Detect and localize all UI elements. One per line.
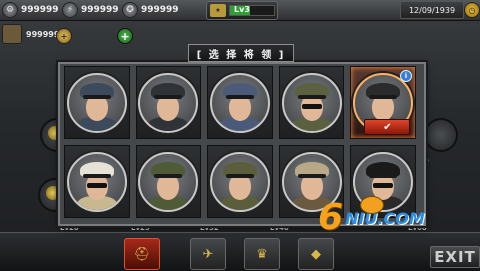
watermark-number: 6 xyxy=(318,197,344,238)
cap-brim xyxy=(369,173,398,178)
general-portrait xyxy=(66,72,127,133)
general-portrait xyxy=(138,72,199,133)
cap-brim xyxy=(154,173,183,178)
general-card[interactable] xyxy=(135,66,202,139)
general-grid: i ✔ xyxy=(64,66,416,218)
rank-level: Lv3 xyxy=(234,5,250,14)
rank-progress-bar: Lv3 xyxy=(229,5,275,16)
trophy-tab-button[interactable]: ♛ xyxy=(244,238,280,270)
currency-value: 999999 xyxy=(26,29,60,39)
resource-gear: ⚙ 999999 xyxy=(2,2,59,18)
lightning-icon: ⚡ xyxy=(62,2,78,18)
general-card[interactable] xyxy=(207,145,273,218)
clock-icon[interactable]: ◷ xyxy=(464,2,480,18)
modal-title: [ 选 择 将 领 ] xyxy=(188,44,294,62)
rank-badge-icon: ★ xyxy=(210,4,226,17)
cap-brim xyxy=(82,173,111,178)
coin-icon[interactable]: + xyxy=(56,28,72,44)
general-card[interactable] xyxy=(64,66,130,139)
general-tab-button[interactable]: ⛑ xyxy=(124,238,160,270)
watermark-text: NIU.COM xyxy=(345,208,425,228)
general-card[interactable] xyxy=(278,66,345,139)
site-watermark: 6 NIU.COM xyxy=(318,196,458,238)
resource-lightning: ⚡ 999999 xyxy=(62,2,119,18)
general-card[interactable] xyxy=(64,145,130,218)
sunglasses xyxy=(301,103,322,109)
gear-icon: ⚙ xyxy=(2,2,18,18)
sunglasses xyxy=(373,182,394,188)
medal-icon: ✪ xyxy=(122,2,138,18)
general-portrait xyxy=(138,151,199,212)
cap-brim xyxy=(297,94,326,99)
general-portrait xyxy=(209,151,270,212)
cap-brim xyxy=(225,173,254,178)
general-card[interactable] xyxy=(135,145,202,218)
helmet-icon: ⛑ xyxy=(133,246,151,262)
general-portrait xyxy=(66,151,127,212)
general-portrait xyxy=(281,72,342,133)
exit-button[interactable]: EXIT xyxy=(430,246,480,268)
resource-medal: ✪ 999999 xyxy=(122,2,179,18)
avatar xyxy=(2,24,22,44)
cap-brim xyxy=(225,94,254,99)
background-slot xyxy=(424,118,458,152)
rank-tab-button[interactable]: ✈ xyxy=(190,238,226,270)
arrow-icon: ◆ xyxy=(311,246,321,262)
game-date: 12/09/1939 xyxy=(400,1,464,19)
sunglasses xyxy=(86,182,107,188)
mascot-icon xyxy=(360,196,384,214)
cap-brim xyxy=(369,94,398,99)
general-card[interactable] xyxy=(207,66,273,139)
cap-brim xyxy=(297,173,326,178)
add-button[interactable]: + xyxy=(117,28,133,44)
resource-value: 999999 xyxy=(81,5,119,15)
rank-indicator[interactable]: ★ Lv3 xyxy=(206,1,278,20)
confirm-check-button[interactable]: ✔ xyxy=(364,119,411,135)
general-card[interactable]: i ✔ xyxy=(350,66,416,139)
general-portrait xyxy=(209,72,270,133)
info-icon[interactable]: i xyxy=(399,70,412,82)
trophy-icon: ♛ xyxy=(256,246,268,262)
cap-brim xyxy=(82,94,111,99)
resource-value: 999999 xyxy=(141,5,179,15)
arrow-tab-button[interactable]: ◆ xyxy=(298,238,334,270)
resource-value: 999999 xyxy=(21,5,59,15)
wings-icon: ✈ xyxy=(202,246,214,262)
cap-brim xyxy=(154,94,183,99)
